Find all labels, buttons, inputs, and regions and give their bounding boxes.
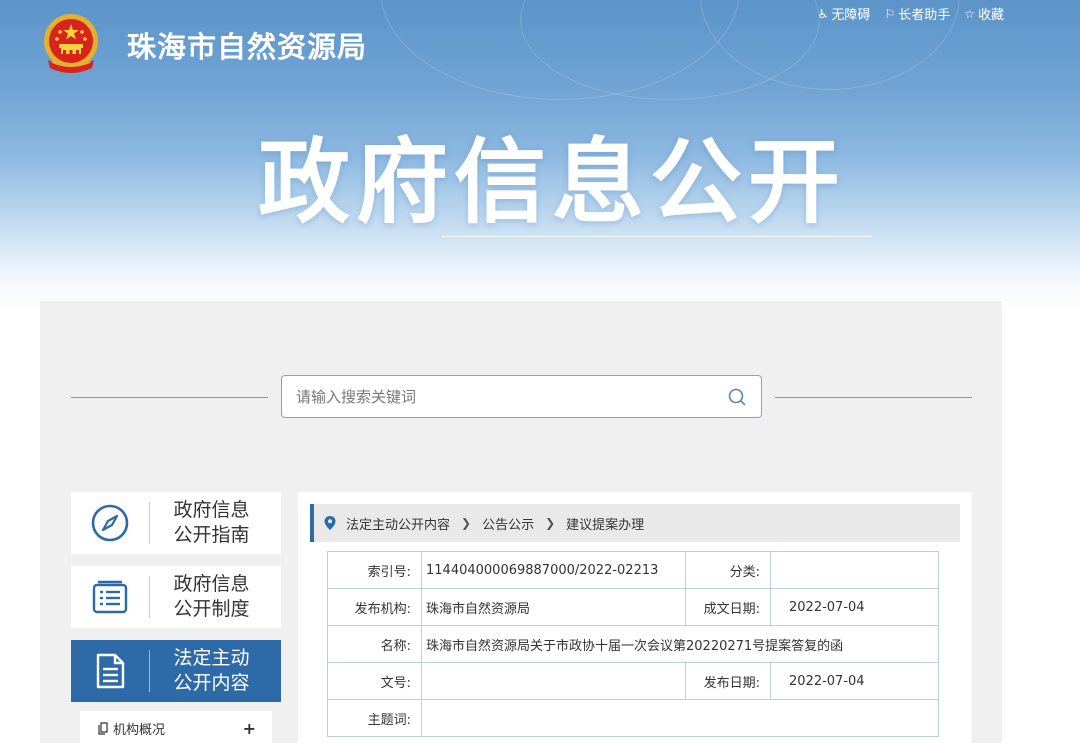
docno-value [421, 662, 686, 700]
sidebar-label-statutory: 法定主动 公开内容 [173, 647, 250, 694]
chevron-right-icon: ❯ [461, 516, 472, 530]
star-icon: ☆ [964, 6, 975, 21]
sidebar-item-label: 政府信息 公开制度 [150, 572, 281, 622]
search-icon[interactable] [727, 387, 747, 407]
search-box [281, 375, 762, 418]
sidebar-item-statutory[interactable]: 法定主动 公开内容 [71, 640, 281, 702]
elder-helper-icon: ⚐ [884, 6, 896, 21]
elder-helper-link[interactable]: ⚐ 长者助手 [884, 4, 951, 24]
breadcrumb: 法定主动公开内容 ❯ 公告公示 ❯ 建议提案办理 [310, 504, 960, 542]
category-label: 分类: [685, 551, 771, 589]
table-row: 发布机构: 珠海市自然资源局 成文日期: 2022-07-04 [327, 588, 939, 626]
table-row: 名称: 珠海市自然资源局关于市政协十届一次会议第20220271号提案答复的函 [327, 625, 939, 663]
subitem-label: 机构概况 [113, 722, 166, 738]
compass-icon [91, 504, 129, 542]
site-name[interactable]: 珠海市自然资源局 [127, 24, 367, 66]
table-row: 主题词: [327, 699, 939, 737]
national-emblem-icon [44, 14, 98, 73]
expand-icon[interactable]: + [243, 719, 256, 738]
sidebar-label-guide: 政府信息 公开指南 [173, 499, 250, 546]
table-row: 索引号: 114404000069887000/2022-02213 分类: [327, 551, 939, 589]
publisher-value: 珠海市自然资源局 [421, 588, 686, 626]
sidebar-icon-wrap [71, 492, 149, 554]
docno-label: 文号: [327, 662, 422, 700]
top-links: ♿ 无障碍 ⚐ 长者助手 ☆ 收藏 [817, 4, 1004, 24]
accessibility-label: 无障碍 [831, 8, 871, 23]
list-document-icon [92, 580, 128, 614]
elder-helper-label: 长者助手 [898, 8, 951, 23]
index-label: 索引号: [327, 551, 422, 589]
sidebar-icon-wrap [71, 640, 149, 702]
search-input[interactable] [296, 387, 727, 406]
name-label: 名称: [327, 625, 422, 663]
breadcrumb-item[interactable]: 公告公示 [482, 514, 534, 533]
table-row: 文号: 发布日期: 2022-07-04 [327, 662, 939, 700]
document-icon [96, 653, 125, 689]
sidebar-subitem-org-overview[interactable]: 机构概况 + [80, 711, 272, 743]
document-small-icon [98, 721, 108, 735]
category-value [770, 551, 939, 589]
sidebar-icon-wrap [71, 566, 149, 628]
name-value: 珠海市自然资源局关于市政协十届一次会议第20220271号提案答复的函 [421, 625, 939, 663]
sidebar-item-label: 法定主动 公开内容 [150, 646, 281, 696]
subject-label: 主题词: [327, 699, 422, 737]
sidebar-label-system: 政府信息 公开制度 [173, 573, 250, 620]
document-info-table: 索引号: 114404000069887000/2022-02213 分类: 发… [327, 551, 939, 737]
accessibility-icon: ♿ [817, 6, 829, 21]
chevron-right-icon: ❯ [545, 516, 556, 530]
subject-value [421, 699, 939, 737]
title-underline [442, 236, 872, 237]
favorite-link[interactable]: ☆ 收藏 [964, 4, 1004, 24]
location-pin-icon [324, 516, 336, 530]
favorite-label: 收藏 [977, 8, 1004, 23]
accessibility-link[interactable]: ♿ 无障碍 [817, 4, 871, 24]
index-value: 114404000069887000/2022-02213 [421, 551, 686, 589]
sidebar-item-guide[interactable]: 政府信息 公开指南 [71, 492, 281, 554]
written-date-label: 成文日期: [685, 588, 771, 626]
sidebar-item-label: 政府信息 公开指南 [150, 498, 281, 548]
publisher-label: 发布机构: [327, 588, 422, 626]
search-divider-left [71, 397, 268, 398]
sidebar-item-system[interactable]: 政府信息 公开制度 [71, 566, 281, 628]
breadcrumb-item[interactable]: 法定主动公开内容 [346, 514, 450, 533]
subitem-label-wrap: 机构概况 [98, 719, 165, 738]
breadcrumb-item[interactable]: 建议提案办理 [566, 514, 644, 533]
written-date-value: 2022-07-04 [770, 588, 939, 626]
search-divider-right [775, 397, 972, 398]
page-title: 政府信息公开 [258, 129, 847, 236]
publish-date-label: 发布日期: [685, 662, 771, 700]
publish-date-value: 2022-07-04 [770, 662, 939, 700]
